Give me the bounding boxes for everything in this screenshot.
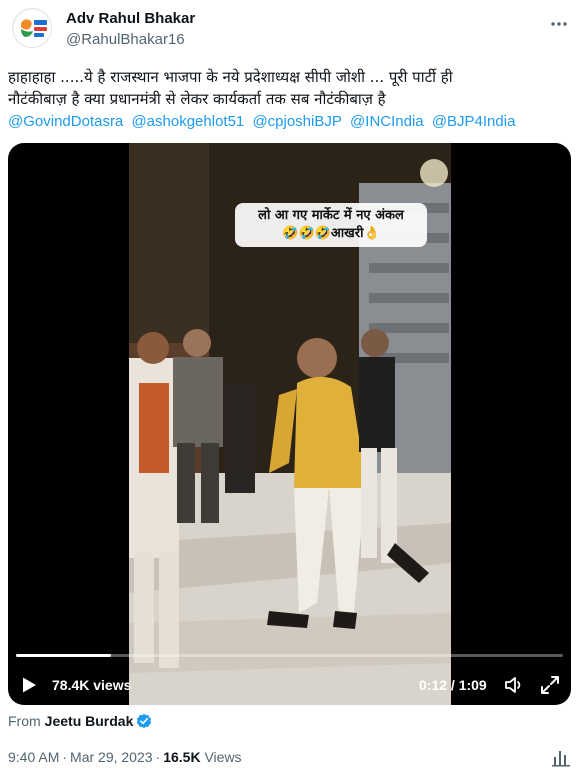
avatar[interactable] bbox=[12, 8, 52, 48]
video-views-count: 78.4K views bbox=[52, 677, 132, 693]
mention-link[interactable]: @GovindDotasra bbox=[8, 113, 123, 130]
analytics-button[interactable] bbox=[551, 747, 571, 767]
tweet-text-line: नौटंकीबाज़ है क्या प्रधानमंत्री से लेकर … bbox=[8, 90, 386, 108]
volume-icon bbox=[505, 677, 521, 693]
verified-icon bbox=[137, 713, 152, 729]
more-options-button[interactable] bbox=[547, 12, 571, 36]
from-label: From bbox=[8, 713, 41, 729]
fullscreen-button[interactable] bbox=[540, 675, 560, 695]
play-icon bbox=[23, 677, 36, 693]
party-logo-icon bbox=[14, 10, 51, 47]
tweet-text: हाहाहाहा .....ये है राजस्थान भाजपा के नय… bbox=[8, 66, 576, 110]
volume-button[interactable] bbox=[504, 675, 524, 695]
mention-link[interactable]: @ashokgehlot51 bbox=[131, 113, 244, 130]
fullscreen-icon bbox=[541, 676, 559, 694]
video-source-row: From Jeetu Burdak bbox=[8, 712, 152, 730]
tweet-meta-row: 9:40 AM · Mar 29, 2023 · 16.5K Views bbox=[8, 749, 242, 765]
video-caption-line: 🤣🤣🤣आखरी👌 bbox=[282, 226, 380, 241]
more-icon bbox=[551, 22, 567, 26]
video-player[interactable]: लो आ गए मार्केट में नए अंकल 🤣🤣🤣आखरी👌 78.… bbox=[8, 143, 571, 705]
video-frame: लो आ गए मार्केट में नए अंकल 🤣🤣🤣आखरी👌 bbox=[129, 143, 451, 705]
source-account-link[interactable]: Jeetu Burdak bbox=[45, 712, 134, 730]
mention-link[interactable]: @INCIndia bbox=[350, 113, 424, 130]
video-time-display: 0:12 / 1:09 bbox=[419, 677, 487, 693]
analytics-icon bbox=[552, 751, 570, 767]
tweet-date[interactable]: Mar 29, 2023 bbox=[70, 749, 153, 765]
author-name[interactable]: Adv Rahul Bhakar bbox=[66, 10, 195, 28]
tweet-text-line: हाहाहाहा .....ये है राजस्थान भाजपा के नय… bbox=[8, 68, 453, 86]
mention-link[interactable]: @cpjoshiBJP bbox=[252, 113, 341, 130]
tweet-time[interactable]: 9:40 AM bbox=[8, 749, 59, 765]
tweet-views-count: 16.5K bbox=[163, 749, 201, 765]
mention-link[interactable]: @BJP4India bbox=[432, 113, 516, 130]
author-block: Adv Rahul Bhakar @RahulBhakar16 bbox=[66, 10, 195, 49]
tweet-views-label: Views bbox=[204, 749, 242, 765]
mentions-row: @GovindDotasra @ashokgehlot51 @cpjoshiBJ… bbox=[8, 112, 519, 132]
video-caption-overlay: लो आ गए मार्केट में नए अंकल 🤣🤣🤣आखरी👌 bbox=[235, 203, 427, 247]
video-progress-fill bbox=[16, 654, 112, 657]
video-controls: 78.4K views 0:12 / 1:09 bbox=[8, 670, 571, 700]
video-progress-bar[interactable] bbox=[16, 654, 563, 657]
play-button[interactable] bbox=[20, 676, 38, 694]
author-handle[interactable]: @RahulBhakar16 bbox=[66, 31, 195, 49]
video-caption-line: लो आ गए मार्केट में नए अंकल bbox=[258, 208, 404, 223]
